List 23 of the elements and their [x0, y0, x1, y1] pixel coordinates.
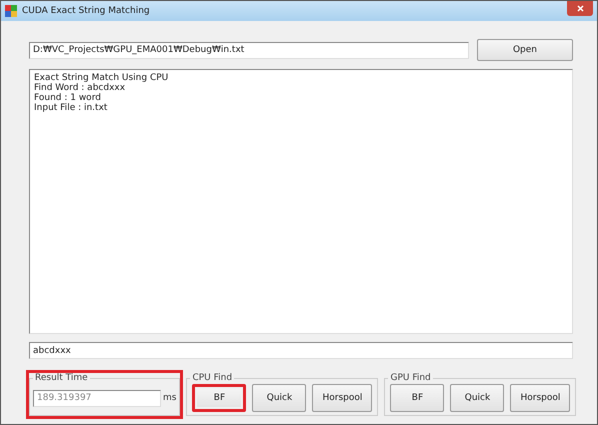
find-button[interactable]: Horspool: [312, 384, 372, 412]
find-button[interactable]: BF: [192, 384, 246, 412]
find-button[interactable]: BF: [390, 384, 444, 412]
output-line: Input File : in.txt: [34, 103, 108, 113]
output-line: Exact String Match Using CPU: [34, 73, 170, 83]
group-title: Result Time: [34, 373, 89, 383]
file-path-field[interactable]: D:₩VC_Projects₩GPU_EMA001₩Debug₩in.txt: [29, 42, 469, 58]
find-button[interactable]: Horspool: [510, 384, 570, 412]
window-title: CUDA Exact String Matching: [22, 6, 151, 16]
group-title: CPU Find: [191, 373, 234, 383]
close-button[interactable]: [567, 1, 593, 16]
open-button[interactable]: Open: [477, 39, 573, 61]
group-title: GPU Find: [389, 373, 432, 383]
output-line: Found : 1 word: [34, 93, 102, 103]
output-text-area[interactable]: Exact String Match Using CPU Find Word : abcdxxx Found : 1 word Input File : in.txt: [29, 69, 573, 334]
close-icon: [576, 5, 584, 12]
result-time-field[interactable]: 189.319397: [33, 390, 161, 406]
find-button[interactable]: Quick: [450, 384, 504, 412]
unit-label: ms: [163, 393, 176, 403]
output-line: Find Word : abcdxxx: [34, 83, 126, 93]
find-button[interactable]: Quick: [252, 384, 306, 412]
app-icon: [5, 5, 17, 17]
search-word-field[interactable]: abcdxxx: [29, 342, 573, 359]
